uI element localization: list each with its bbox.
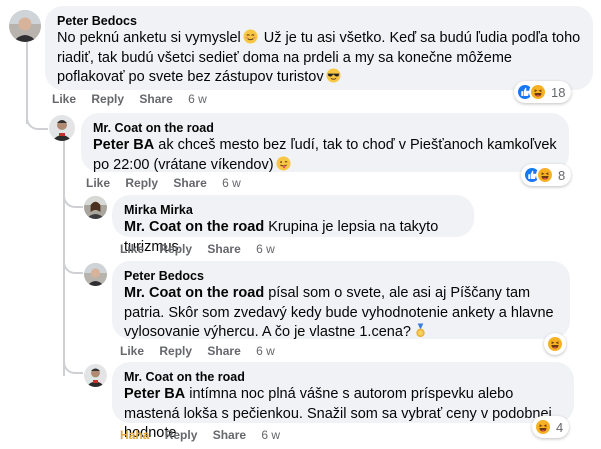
comment-author[interactable]: Peter Bedocs [124,268,558,284]
comment-text-part: No peknú anketu si vymyslel [57,30,241,46]
medal-icon [413,323,428,338]
reaction-count: 4 [556,419,564,435]
mention-link[interactable]: Peter BA [93,137,154,153]
comment-text: No peknú anketu si vymyslel Už je tu asi… [57,29,581,88]
comment-bubble: Mr. Coat on the road Peter BA ak chceš m… [81,113,569,175]
share-button[interactable]: Share [207,344,240,358]
reply-button[interactable]: Reply [159,242,192,256]
haha-reaction-icon [546,335,564,353]
comment-bubble: Peter Bedocs Mr. Coat on the road písal … [112,261,570,340]
relieved-face-icon [243,29,258,44]
timestamp[interactable]: 6 w [222,176,241,190]
mention-link[interactable]: Mr. Coat on the road [124,285,264,301]
comment-bubble: Mirka Mirka Mr. Coat on the road Krupina… [112,195,474,255]
like-button[interactable]: Like [52,92,76,106]
comment-actions: Like Reply Share 6 w [120,241,287,257]
comment-bubble: Mr. Coat on the road Peter BA intímna no… [112,362,574,441]
like-button[interactable]: Like [120,344,144,358]
sunglasses-face-icon [326,68,341,83]
like-button[interactable]: Like [86,176,110,190]
reply-button[interactable]: Reply [125,176,158,190]
timestamp[interactable]: 6 w [256,344,275,358]
winking-tongue-face-icon [276,155,291,171]
reaction-summary[interactable]: 18 [514,81,572,103]
haha-reaction-icon [529,83,547,101]
comment-author[interactable]: Mr. Coat on the road [93,120,557,136]
share-button[interactable]: Share [207,242,240,256]
comment-bubble: Peter Bedocs No peknú anketu si vymyslel… [45,6,593,90]
timestamp[interactable]: 6 w [188,92,207,106]
mention-link[interactable]: Mr. Coat on the road [124,219,264,235]
comment-actions: Haha Reply Share 6 w [120,427,292,443]
share-button[interactable]: Share [173,176,206,190]
comment-text-part: ak chceš mesto bez ľudí, tak to choď v P… [93,137,557,173]
thread-curve-reply-2 [63,190,83,208]
avatar[interactable] [84,364,107,387]
thread-curve-reply-1 [26,110,48,130]
comment-text: Mr. Coat on the road písal som o svete, … [124,284,558,343]
comment-actions: Like Reply Share 6 w [86,175,253,191]
reaction-summary[interactable]: 4 [532,416,570,438]
reply-button[interactable]: Reply [165,428,198,442]
timestamp[interactable]: 6 w [256,242,275,256]
haha-reaction-icon [534,418,552,436]
haha-reacted-button[interactable]: Haha [120,428,149,442]
comment-author[interactable]: Mr. Coat on the road [124,369,562,385]
avatar[interactable] [84,263,107,286]
avatar[interactable] [49,115,75,141]
reaction-count: 18 [551,84,566,100]
reaction-summary[interactable] [544,333,566,355]
like-button[interactable]: Like [120,242,144,256]
haha-reaction-icon [536,166,554,184]
reaction-summary[interactable]: 8 [521,164,572,186]
thread-curve-reply-4 [63,356,83,374]
thread-curve-reply-3 [63,256,83,274]
comment-author[interactable]: Mirka Mirka [124,202,462,218]
avatar[interactable] [84,196,107,219]
reply-button[interactable]: Reply [91,92,124,106]
avatar[interactable] [9,10,41,42]
comment-author[interactable]: Peter Bedocs [57,13,581,29]
mention-link[interactable]: Peter BA [124,386,185,402]
reaction-count: 8 [558,167,566,183]
comment-actions: Like Reply Share 6 w [52,91,219,107]
comment-text: Peter BA ak chceš mesto bez ľudí, tak to… [93,136,557,175]
comment-actions: Like Reply Share 6 w [120,343,287,359]
reply-button[interactable]: Reply [159,344,192,358]
share-button[interactable]: Share [139,92,172,106]
timestamp[interactable]: 6 w [261,428,280,442]
share-button[interactable]: Share [213,428,246,442]
